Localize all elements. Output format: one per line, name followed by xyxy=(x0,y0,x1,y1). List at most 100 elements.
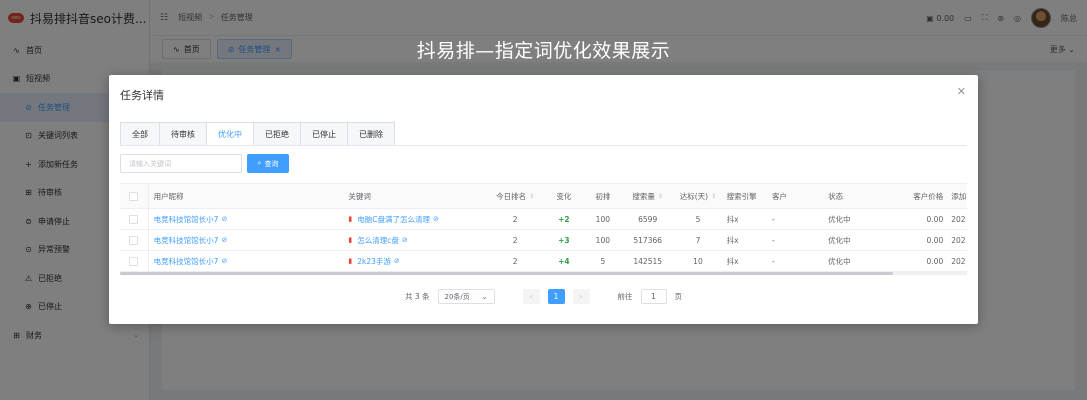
search-icon: ⌕ xyxy=(257,159,262,167)
added-cell: 202 xyxy=(951,235,966,245)
col-header-label: 搜索量 xyxy=(632,191,655,201)
sort-icon[interactable]: ⇕ xyxy=(529,193,534,200)
col-header-keyword: 关键词 xyxy=(348,191,371,201)
sort-icon[interactable]: ⇕ xyxy=(711,193,716,200)
tab-stopped[interactable]: 已停止 xyxy=(301,123,348,145)
scrollbar-thumb[interactable] xyxy=(120,272,893,275)
price-cell: 0.00 xyxy=(926,235,944,245)
nick-cell: 电竞科技馆馆长小7 ⊘ xyxy=(149,251,345,271)
search-volume-cell: 142515 xyxy=(633,256,663,266)
next-page-button[interactable]: › xyxy=(572,289,590,304)
tab-deleted[interactable]: 已删除 xyxy=(348,123,394,145)
link-icon: ⊘ xyxy=(221,236,228,244)
initial-cell: 100 xyxy=(595,235,610,245)
task-detail-dialog: 任务详情 ✕ 全部 待审核 优化中 已拒绝 已停止 已删除 ⌕ 查询 用户昵称 … xyxy=(109,75,978,324)
days-cell: 7 xyxy=(695,235,701,245)
pagination-total: 共 3 条 xyxy=(404,292,430,301)
page-number-current[interactable]: 1 xyxy=(547,289,565,304)
customer-cell: - xyxy=(771,256,775,266)
added-cell: 202 xyxy=(951,256,966,266)
bar-chart-icon: ▮ xyxy=(348,215,353,223)
search-button[interactable]: ⌕ 查询 xyxy=(247,154,289,173)
goto-page-input[interactable]: 1 xyxy=(640,289,667,304)
rank-cell: 2 xyxy=(512,214,518,224)
table-row: 电竞科技馆馆长小7 ⊘ ▮ 怎么清理c盘 ⊘ 2 +3 100 517366 7 抖x… xyxy=(120,230,967,251)
row-checkbox[interactable] xyxy=(129,256,139,266)
tab-rejected[interactable]: 已拒绝 xyxy=(254,123,301,145)
table-header: 用户昵称 关键词 今日排名 ⇕ 变化 初排 搜索量 ⇕ 达标(天) ⇕ 搜索引擎 客户… xyxy=(120,183,967,209)
keyword-link[interactable]: ▮ 电脑C盘满了怎么清理 ⊘ xyxy=(348,214,438,225)
user-link[interactable]: 电竞科技馆馆长小7 ⊘ xyxy=(154,214,228,225)
price-cell: 0.00 xyxy=(926,256,944,266)
row-select-cell xyxy=(120,230,149,250)
col-header-status: 状态 xyxy=(828,191,844,201)
col-header-label: 今日排名 xyxy=(496,191,527,201)
change-cell: +2 xyxy=(558,214,570,224)
customer-cell: - xyxy=(771,235,775,245)
bar-chart-icon: ▮ xyxy=(348,257,353,265)
customer-cell: - xyxy=(771,214,775,224)
status-tabs: 全部 待审核 优化中 已拒绝 已停止 已删除 xyxy=(120,122,395,146)
user-name: 电竞科技馆馆长小7 xyxy=(153,256,219,266)
tab-optimizing[interactable]: 优化中 xyxy=(207,123,254,146)
nick-cell: 电竞科技馆馆长小7 ⊘ xyxy=(149,209,345,229)
prev-page-button[interactable]: ‹ xyxy=(522,289,540,304)
col-header-price: 客户价格 xyxy=(913,191,944,201)
user-link[interactable]: 电竞科技馆馆长小7 ⊘ xyxy=(154,256,228,267)
page-size-value: 20条/页 xyxy=(444,292,470,301)
keyword-text: 怎么清理c盘 xyxy=(357,235,399,245)
tab-all[interactable]: 全部 xyxy=(121,123,160,145)
select-all-cell xyxy=(120,184,149,208)
select-all-checkbox[interactable] xyxy=(129,191,139,201)
col-header-search-volume[interactable]: 搜索量 ⇕ xyxy=(622,184,673,208)
change-cell: +4 xyxy=(558,256,570,266)
price-cell: 0.00 xyxy=(926,214,944,224)
keyword-text: 2k23手游 xyxy=(357,256,391,266)
status-cell: 优化中 xyxy=(828,256,851,266)
rank-cell: 2 xyxy=(512,256,518,266)
table-row: 电竞科技馆馆长小7 ⊘ ▮ 电脑C盘满了怎么清理 ⊘ 2 +2 100 6599 5 … xyxy=(120,209,967,230)
sort-icon[interactable]: ⇕ xyxy=(658,193,663,200)
col-header-label: 达标(天) xyxy=(679,191,709,201)
initial-cell: 100 xyxy=(595,214,610,224)
col-header-change: 变化 xyxy=(556,191,572,201)
search-volume-cell: 6599 xyxy=(638,214,658,224)
col-header-days[interactable]: 达标(天) ⇕ xyxy=(673,184,722,208)
col-header-nick: 用户昵称 xyxy=(153,191,184,201)
page-size-select[interactable]: 20条/页 ⌄ xyxy=(437,289,495,304)
initial-cell: 5 xyxy=(600,256,606,266)
col-header-engine: 搜索引擎 xyxy=(726,191,757,201)
link-icon: ⊘ xyxy=(221,257,228,265)
tab-pending[interactable]: 待审核 xyxy=(160,123,207,145)
bar-chart-icon: ▮ xyxy=(348,236,353,244)
search-volume-cell: 517366 xyxy=(633,235,663,245)
nick-cell: 电竞科技馆馆长小7 ⊘ xyxy=(149,230,345,250)
pagination: 共 3 条 20条/页 ⌄ ‹ 1 › 前往 1 页 xyxy=(109,289,978,304)
keyword-link[interactable]: ▮ 2k23手游 ⊘ xyxy=(348,256,399,267)
goto-label: 前往 xyxy=(617,292,633,301)
task-table: 用户昵称 关键词 今日排名 ⇕ 变化 初排 搜索量 ⇕ 达标(天) ⇕ 搜索引擎 客户… xyxy=(120,183,967,275)
col-header-initial: 初排 xyxy=(595,191,611,201)
row-checkbox[interactable] xyxy=(129,235,139,245)
dialog-title: 任务详情 xyxy=(120,89,164,102)
rank-cell: 2 xyxy=(512,235,518,245)
user-name: 电竞科技馆馆长小7 xyxy=(153,214,219,224)
page-unit-label: 页 xyxy=(674,292,683,301)
keyword-text: 电脑C盘满了怎么清理 xyxy=(357,214,430,224)
user-link[interactable]: 电竞科技馆馆长小7 ⊘ xyxy=(154,235,228,246)
col-header-customer: 客户 xyxy=(771,191,787,201)
user-name: 电竞科技馆馆长小7 xyxy=(153,235,219,245)
keyword-search-input[interactable] xyxy=(120,154,242,173)
tabs-divider xyxy=(120,145,967,146)
horizontal-scrollbar[interactable] xyxy=(120,272,967,275)
col-header-rank[interactable]: 今日排名 ⇕ xyxy=(486,184,544,208)
days-cell: 10 xyxy=(693,256,703,266)
table-row: 电竞科技馆馆长小7 ⊘ ▮ 2k23手游 ⊘ 2 +4 5 142515 10 抖x … xyxy=(120,251,967,272)
chevron-down-icon: ⌄ xyxy=(481,292,488,301)
link-icon: ⊘ xyxy=(401,236,408,244)
keyword-link[interactable]: ▮ 怎么清理c盘 ⊘ xyxy=(348,235,407,246)
status-cell: 优化中 xyxy=(828,235,851,245)
close-icon[interactable]: ✕ xyxy=(957,85,966,98)
engine-cell: 抖x xyxy=(726,235,739,245)
row-checkbox[interactable] xyxy=(129,214,139,224)
